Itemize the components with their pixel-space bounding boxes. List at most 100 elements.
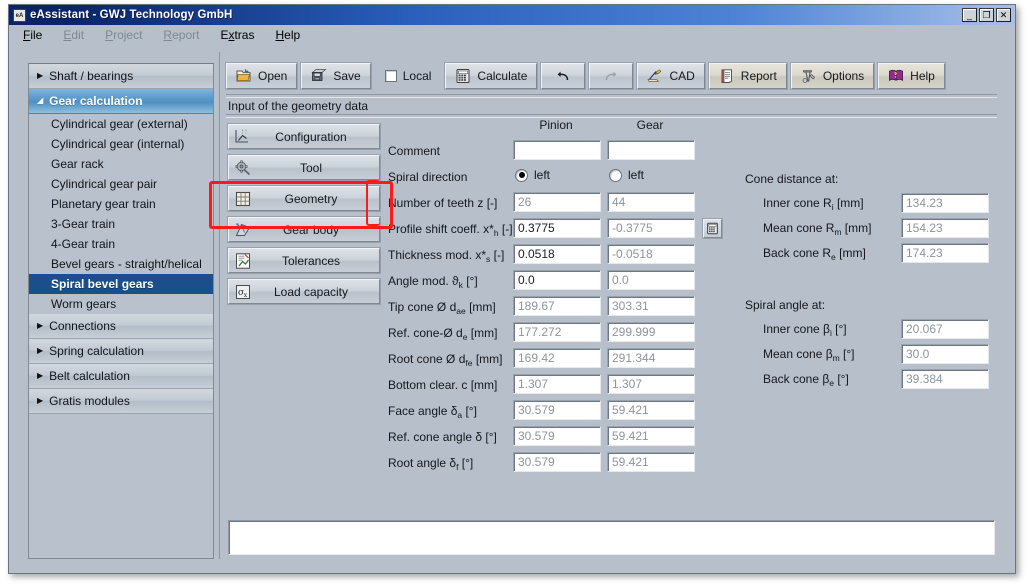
sidebar-item-label: Shaft / bearings [49,69,133,83]
face-angle-pinion-input[interactable]: 30.579 [513,400,601,420]
sidebar-item-3-gear-train[interactable]: 3-Gear train [29,214,213,234]
sidebar-item-cylindrical-gear-internal[interactable]: Cylindrical gear (internal) [29,134,213,154]
report-button-label: Report [741,69,777,83]
comment-gear-input[interactable] [607,140,695,160]
radio-dot [609,169,622,182]
thickness-mod-gear-input[interactable]: -0.0518 [607,244,695,264]
face-angle-gear-input[interactable]: 59.421 [607,400,695,420]
sidebar-item-belt-calculation[interactable]: ▶ Belt calculation [29,364,213,389]
sidebar-item-gratis-modules[interactable]: ▶ Gratis modules [29,389,213,414]
ref-cone-gear-input[interactable]: 299.999 [607,322,695,342]
tab-geometry[interactable]: Geometry [228,186,380,211]
menu-bar: File Edit Project Report Extras Help [9,25,1015,45]
row-label: Mean cone βm [°] [763,347,855,361]
row-label: Thickness mod. x*s [-] [388,248,504,262]
tip-cone-gear-input[interactable]: 303.31 [607,296,695,316]
tab-gear-body[interactable]: Gear body [228,217,380,242]
sidebar-item-cylindrical-gear-external[interactable]: Cylindrical gear (external) [29,114,213,134]
minimize-icon[interactable]: _ [962,8,977,22]
calculate-button[interactable]: Calculate [445,63,537,89]
checkbox-box [385,70,397,82]
tab-label: Geometry [229,192,379,206]
row-label: Inner cone Ri [mm] [763,196,864,210]
menu-extras[interactable]: Extras [220,28,254,42]
calculate-button-label: Calculate [477,69,527,83]
bottom-clearance-pinion-input[interactable]: 1.307 [513,374,601,394]
cad-button[interactable]: CAD [637,63,704,89]
root-angle-gear-input[interactable]: 59.421 [607,452,695,472]
sidebar-item-cylindrical-gear-pair[interactable]: Cylindrical gear pair [29,174,213,194]
tab-tool[interactable]: Tool [228,155,380,180]
chevron-right-icon: ▶ [37,372,43,380]
report-button[interactable]: Report [709,63,787,89]
column-header-gear: Gear [602,118,698,132]
tip-cone-pinion-input[interactable]: 189.67 [513,296,601,316]
inner-spiral-angle-input[interactable]: 20.067 [901,319,989,339]
mean-spiral-angle-input[interactable]: 30.0 [901,344,989,364]
message-output-box[interactable] [228,520,995,555]
menu-help[interactable]: Help [275,28,300,42]
help-button[interactable]: Help [878,63,945,89]
back-cone-distance-input[interactable]: 174.23 [901,243,989,263]
mean-cone-distance-input[interactable]: 154.23 [901,218,989,238]
app-icon: eA [13,9,26,22]
menu-file[interactable]: File [23,28,42,42]
sidebar-item-4-gear-train[interactable]: 4-Gear train [29,234,213,254]
teeth-gear-input[interactable]: 44 [607,192,695,212]
chevron-down-icon: ◢ [37,97,43,105]
profile-shift-gear-input[interactable]: -0.3775 [607,218,695,238]
maximize-icon[interactable]: ❐ [979,8,994,22]
row-label: Spiral direction [388,170,467,184]
profile-shift-calculator-button[interactable] [703,219,722,238]
root-cone-pinion-input[interactable]: 169.42 [513,348,601,368]
angle-mod-gear-input[interactable]: 0.0 [607,270,695,290]
sidebar-item-gear-calculation[interactable]: ◢ Gear calculation [29,89,213,114]
tab-configuration[interactable]: Configuration [228,124,380,149]
root-angle-pinion-input[interactable]: 30.579 [513,452,601,472]
calculator-icon [455,68,471,84]
window-controls: _ ❐ ✕ [962,8,1013,22]
menu-project[interactable]: Project [105,28,142,42]
row-label: Ref. cone angle δ [°] [388,430,497,444]
tab-tolerances[interactable]: Tolerances [228,248,380,273]
sidebar-item-gear-rack[interactable]: Gear rack [29,154,213,174]
row-label: Root cone Ø dfe [mm] [388,352,502,366]
sidebar-item-label: Spiral bevel gears [51,277,154,291]
sidebar-item-shaft-bearings[interactable]: ▶ Shaft / bearings [29,64,213,89]
profile-shift-pinion-input[interactable]: 0.3775 [513,218,601,238]
inner-cone-distance-input[interactable]: 134.23 [901,193,989,213]
spiral-direction-gear-radio[interactable]: left [609,168,644,182]
redo-button[interactable] [589,63,633,89]
tab-load-capacity[interactable]: σ x Load capacity [228,279,380,304]
thickness-mod-pinion-input[interactable]: 0.0518 [513,244,601,264]
options-button[interactable]: Options [791,63,874,89]
menu-edit[interactable]: Edit [63,28,84,42]
ref-cone-pinion-input[interactable]: 177.272 [513,322,601,342]
teeth-pinion-input[interactable]: 26 [513,192,601,212]
menu-report[interactable]: Report [163,28,199,42]
save-button[interactable]: Save [301,63,370,89]
undo-button[interactable] [541,63,585,89]
sidebar-item-connections[interactable]: ▶ Connections [29,314,213,339]
sidebar-item-spiral-bevel-gears[interactable]: Spiral bevel gears [29,274,213,294]
angle-mod-pinion-input[interactable]: 0.0 [513,270,601,290]
sidebar-item-bevel-gears-straight-helical[interactable]: Bevel gears - straight/helical [29,254,213,274]
bottom-clearance-gear-input[interactable]: 1.307 [607,374,695,394]
open-button[interactable]: Open [226,63,297,89]
ref-cone-angle-pinion-input[interactable]: 30.579 [513,426,601,446]
cad-button-label: CAD [669,69,694,83]
window-content: ▶ Shaft / bearings ◢ Gear calculation Cy… [9,44,1015,573]
tab-label: Tool [229,161,379,175]
close-icon[interactable]: ✕ [996,8,1011,22]
local-checkbox[interactable]: Local [375,63,442,89]
ref-cone-angle-gear-input[interactable]: 59.421 [607,426,695,446]
back-spiral-angle-input[interactable]: 39.384 [901,369,989,389]
root-cone-gear-input[interactable]: 291.344 [607,348,695,368]
comment-pinion-input[interactable] [513,140,601,160]
sidebar-item-planetary-gear-train[interactable]: Planetary gear train [29,194,213,214]
row-label: Ref. cone-Ø de [mm] [388,326,497,340]
spiral-direction-pinion-radio[interactable]: left [515,168,550,182]
sidebar-item-worm-gears[interactable]: Worm gears [29,294,213,314]
report-icon [719,68,735,84]
sidebar-item-spring-calculation[interactable]: ▶ Spring calculation [29,339,213,364]
